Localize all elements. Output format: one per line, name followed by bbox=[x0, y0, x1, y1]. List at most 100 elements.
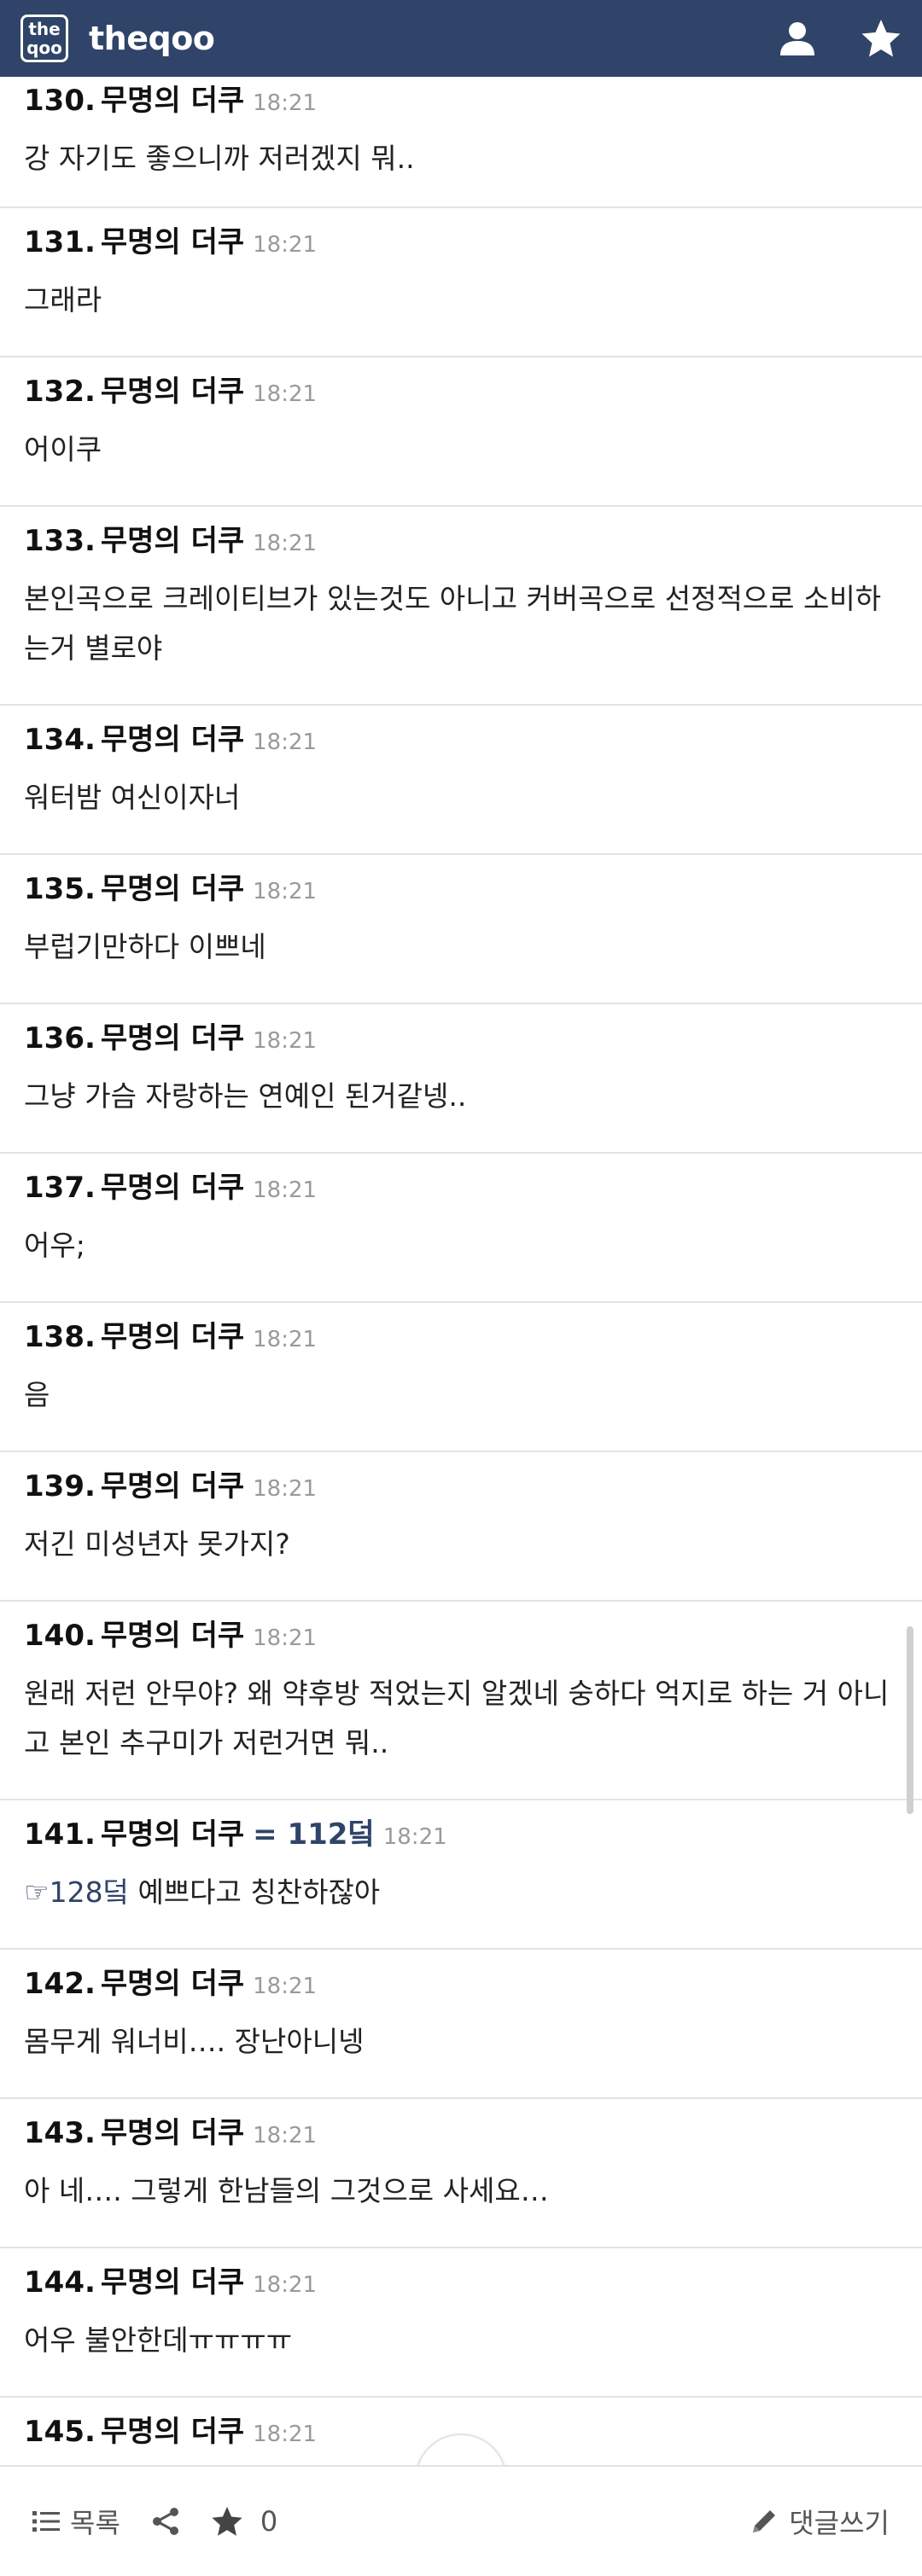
comment-item: 142. 무명의 더쿠 18:21 몸무게 워너비…. 장난아니넹 bbox=[0, 1950, 922, 2099]
comment-author: 무명의 더쿠 bbox=[100, 1021, 245, 1055]
comment-head: 139. 무명의 더쿠 18:21 bbox=[24, 1452, 898, 1504]
comment-number: 136. bbox=[24, 1021, 96, 1055]
comment-author: 무명의 더쿠 bbox=[100, 1171, 245, 1205]
comment-time: 18:21 bbox=[253, 879, 318, 904]
comment-time: 18:21 bbox=[253, 2123, 318, 2149]
comment-time: 18:21 bbox=[253, 531, 318, 556]
comment-list: 130. 무명의 더쿠 18:21 강 자기도 좋으니까 저러겠지 뭐.. 13… bbox=[0, 77, 922, 2466]
comment-number: 140. bbox=[24, 1619, 96, 1653]
comment-number: 139. bbox=[24, 1469, 96, 1503]
comment-body: 원래 저런 안무야? 왜 약후방 적었는지 알겠네 숭하다 억지로 하는 거 아… bbox=[24, 1677, 890, 1759]
comment-number: 135. bbox=[24, 872, 96, 906]
comment-body: 워터밤 여신이자너 bbox=[24, 781, 241, 814]
comment-number: 131. bbox=[24, 225, 96, 259]
comment-time: 18:21 bbox=[253, 232, 318, 258]
user-icon[interactable] bbox=[779, 20, 816, 57]
top-header: the qoo theqoo bbox=[0, 0, 922, 77]
comment-item: 139. 무명의 더쿠 18:21 저긴 미성년자 못가지? bbox=[0, 1452, 922, 1602]
comment-time: 18:21 bbox=[253, 381, 318, 407]
site-logo[interactable]: the qoo bbox=[20, 15, 68, 62]
comment-time: 18:21 bbox=[253, 1327, 318, 1352]
comment-head: 131. 무명의 더쿠 18:21 bbox=[24, 208, 898, 260]
comment-body: 어우; bbox=[24, 1229, 85, 1262]
comment-reply-target[interactable]: = 112덬 bbox=[253, 1811, 375, 1852]
star-icon bbox=[212, 2506, 242, 2536]
share-button[interactable] bbox=[151, 2507, 180, 2536]
comment-number: 137. bbox=[24, 1171, 96, 1205]
comment-author: 무명의 더쿠 bbox=[100, 1320, 245, 1354]
comment-item: 130. 무명의 더쿠 18:21 강 자기도 좋으니까 저러겠지 뭐.. bbox=[0, 77, 922, 208]
comment-author: 무명의 더쿠 bbox=[100, 524, 245, 558]
comment-author: 무명의 더쿠 bbox=[100, 1619, 245, 1653]
comment-number: 130. bbox=[24, 84, 96, 118]
comment-author: 무명의 더쿠 bbox=[100, 1469, 245, 1503]
comment-body: 부럽기만하다 이쁘네 bbox=[24, 930, 266, 963]
comment-item: 131. 무명의 더쿠 18:21 그래라 bbox=[0, 208, 922, 358]
comment-head: 137. 무명의 더쿠 18:21 bbox=[24, 1154, 898, 1206]
comment-time: 18:21 bbox=[253, 2272, 318, 2298]
comment-author: 무명의 더쿠 bbox=[100, 1817, 245, 1852]
comment-text: 예쁘다고 칭찬하잖아 bbox=[137, 1875, 381, 1909]
comment-head: 141. 무명의 더쿠 = 112덬 18:21 bbox=[24, 1800, 898, 1852]
comment-time: 18:21 bbox=[253, 1178, 318, 1203]
logo-text-bottom: qoo bbox=[26, 38, 62, 58]
comment-item: 133. 무명의 더쿠 18:21 본인곡으로 크레이티브가 있는것도 아니고 … bbox=[0, 507, 922, 706]
comment-item: 134. 무명의 더쿠 18:21 워터밤 여신이자너 bbox=[0, 706, 922, 855]
comment-time: 18:21 bbox=[253, 1476, 318, 1502]
share-icon bbox=[152, 2508, 178, 2535]
brand-name[interactable]: theqoo bbox=[89, 20, 215, 57]
write-comment-label: 댓글쓰기 bbox=[789, 2507, 890, 2539]
list-label: 목록 bbox=[70, 2507, 120, 2539]
comment-item: 137. 무명의 더쿠 18:21 어우; bbox=[0, 1154, 922, 1303]
page: the qoo theqoo 130. 무명의 더쿠 18:21 강 자기도 좋… bbox=[0, 0, 922, 2576]
comment-body: 아 네…. 그렇게 한남들의 그것으로 사세요… bbox=[24, 2174, 549, 2207]
list-icon bbox=[32, 2511, 60, 2532]
comment-time: 18:21 bbox=[253, 1625, 318, 1651]
comment-item: 140. 무명의 더쿠 18:21 원래 저런 안무야? 왜 약후방 적었는지 … bbox=[0, 1602, 922, 1800]
comment-time: 18:21 bbox=[253, 1028, 318, 1054]
comment-author: 무명의 더쿠 bbox=[100, 872, 245, 906]
comment-number: 141. bbox=[24, 1817, 96, 1852]
comment-head: 130. 무명의 더쿠 18:21 bbox=[24, 77, 898, 119]
favorite-button[interactable]: 0 bbox=[211, 2505, 277, 2538]
comment-head: 138. 무명의 더쿠 18:21 bbox=[24, 1303, 898, 1355]
comment-time: 18:21 bbox=[253, 2422, 318, 2447]
logo-text-top: the bbox=[28, 19, 61, 39]
comment-item: 144. 무명의 더쿠 18:21 어우 불안한데ㅠㅠㅠㅠ bbox=[0, 2248, 922, 2398]
comment-body: 음 bbox=[24, 1378, 50, 1411]
comment-item: 141. 무명의 더쿠 = 112덬 18:21 ☞128덬 예쁘다고 칭찬하잖… bbox=[0, 1800, 922, 1950]
comment-reference-link[interactable]: ☞128덬 bbox=[24, 1875, 129, 1909]
header-icons bbox=[779, 19, 902, 58]
list-button[interactable]: 목록 bbox=[32, 2502, 120, 2541]
write-comment-button[interactable]: 댓글쓰기 bbox=[750, 2502, 890, 2541]
comment-number: 144. bbox=[24, 2265, 96, 2300]
comment-author: 무명의 더쿠 bbox=[100, 225, 245, 259]
comment-number: 142. bbox=[24, 1967, 96, 2001]
comment-time: 18:21 bbox=[253, 730, 318, 755]
comment-item: 143. 무명의 더쿠 18:21 아 네…. 그렇게 한남들의 그것으로 사세… bbox=[0, 2099, 922, 2248]
comment-author: 무명의 더쿠 bbox=[100, 84, 245, 118]
comment-head: 142. 무명의 더쿠 18:21 bbox=[24, 1950, 898, 2002]
comment-head: 132. 무명의 더쿠 18:21 bbox=[24, 358, 898, 410]
comment-head: 133. 무명의 더쿠 18:21 bbox=[24, 507, 898, 559]
comment-body: 그냥 가슴 자랑하는 연예인 된거같넹.. bbox=[24, 1079, 467, 1113]
comment-number: 145. bbox=[24, 2415, 96, 2449]
comment-author: 무명의 더쿠 bbox=[100, 2116, 245, 2150]
comment-author: 무명의 더쿠 bbox=[100, 723, 245, 757]
star-icon[interactable] bbox=[861, 19, 902, 58]
comment-item: 136. 무명의 더쿠 18:21 그냥 가슴 자랑하는 연예인 된거같넹.. bbox=[0, 1004, 922, 1154]
comment-number: 143. bbox=[24, 2116, 96, 2150]
comment-head: 144. 무명의 더쿠 18:21 bbox=[24, 2248, 898, 2300]
favorite-count: 0 bbox=[260, 2505, 278, 2538]
comment-author: 무명의 더쿠 bbox=[100, 375, 245, 409]
comment-item: 135. 무명의 더쿠 18:21 부럽기만하다 이쁘네 bbox=[0, 855, 922, 1004]
toolbar-left: 목록 0 bbox=[32, 2502, 277, 2541]
comment-time: 18:21 bbox=[253, 1974, 318, 1999]
comment-author: 무명의 더쿠 bbox=[100, 2415, 245, 2449]
comment-number: 138. bbox=[24, 1320, 96, 1354]
comment-body: 본인곡으로 크레이티브가 있는것도 아니고 커버곡으로 선정적으로 소비하는거 … bbox=[24, 582, 882, 665]
scrollbar-thumb[interactable] bbox=[907, 1626, 913, 1814]
comment-number: 133. bbox=[24, 524, 96, 558]
pencil-icon bbox=[753, 2510, 776, 2532]
comment-author: 무명의 더쿠 bbox=[100, 1967, 245, 2001]
